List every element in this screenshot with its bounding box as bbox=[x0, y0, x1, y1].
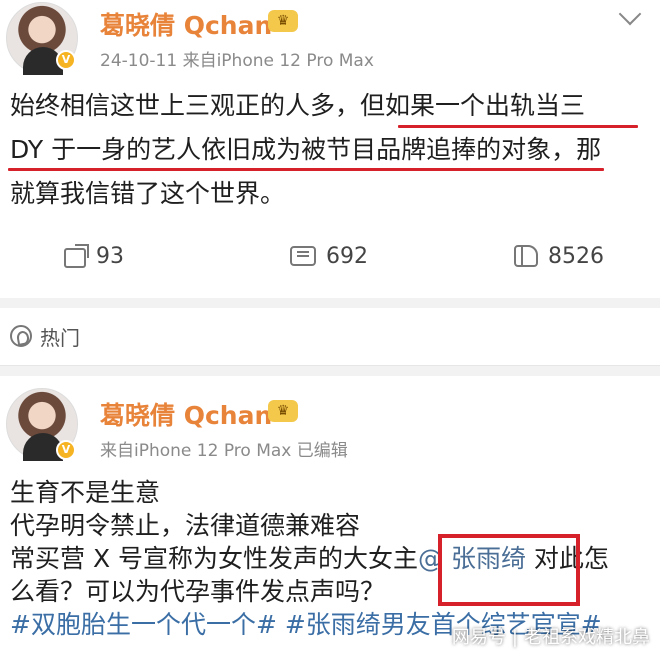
verified-badge-icon: V bbox=[56, 50, 76, 70]
hot-icon bbox=[10, 325, 32, 347]
username[interactable]: 葛晓倩 Qchan bbox=[100, 396, 272, 432]
comment-icon bbox=[290, 246, 316, 266]
crown-icon: ♛ bbox=[268, 10, 298, 32]
hot-label: 热门 bbox=[40, 326, 80, 350]
divider bbox=[0, 366, 660, 376]
comment-count: 692 bbox=[326, 243, 368, 269]
like-button[interactable]: 8526 bbox=[514, 232, 604, 280]
watermark-author: 老祖系戏精北鼻 bbox=[524, 627, 650, 648]
post-text-segment: 常买营 X 号宣称为女性发声的大女主 bbox=[10, 544, 419, 573]
watermark-separator: | bbox=[511, 627, 518, 648]
post-text-line: 就算我信错了这个世界。 bbox=[10, 179, 286, 208]
action-bar: 93 692 8526 bbox=[0, 232, 660, 280]
thumbs-up-icon bbox=[514, 245, 538, 267]
post-meta: 24-10-11 来自iPhone 12 Pro Max bbox=[100, 51, 374, 71]
watermark: 网易号 | 老祖系戏精北鼻 bbox=[452, 623, 650, 649]
share-button[interactable]: 93 bbox=[64, 232, 124, 280]
weibo-post-2: V 葛晓倩 Qchan ♛ 来自iPhone 12 Pro Max 已编辑 生育… bbox=[0, 376, 660, 653]
verified-badge-icon: V bbox=[56, 440, 76, 460]
share-count: 93 bbox=[96, 243, 124, 269]
red-underline bbox=[398, 125, 638, 128]
red-underline bbox=[8, 168, 604, 171]
post-text-line: DY 于一身的艺人依旧成为被节目品牌追捧的对象，那 bbox=[10, 135, 602, 164]
chevron-down-icon[interactable] bbox=[618, 2, 642, 26]
divider bbox=[0, 298, 660, 308]
username[interactable]: 葛晓倩 Qchan bbox=[100, 6, 272, 42]
crown-icon: ♛ bbox=[268, 400, 298, 422]
weibo-post-1: V 葛晓倩 Qchan ♛ 24-10-11 来自iPhone 12 Pro M… bbox=[0, 0, 660, 298]
red-highlight-box bbox=[438, 534, 580, 606]
post-text-line: 始终相信这世上三观正的人多，但如果一个出轨当三 bbox=[10, 91, 586, 120]
like-count: 8526 bbox=[548, 243, 604, 269]
hot-section-header: 热门 bbox=[0, 308, 660, 366]
share-icon bbox=[64, 248, 86, 268]
comment-button[interactable]: 692 bbox=[290, 232, 368, 280]
watermark-source: 网易号 bbox=[451, 627, 506, 648]
post-text: 始终相信这世上三观正的人多，但如果一个出轨当三 DY 于一身的艺人依旧成为被节目… bbox=[10, 84, 660, 216]
post-text-line: 生育不是生意 bbox=[10, 478, 161, 507]
post-meta: 来自iPhone 12 Pro Max 已编辑 bbox=[100, 441, 348, 461]
